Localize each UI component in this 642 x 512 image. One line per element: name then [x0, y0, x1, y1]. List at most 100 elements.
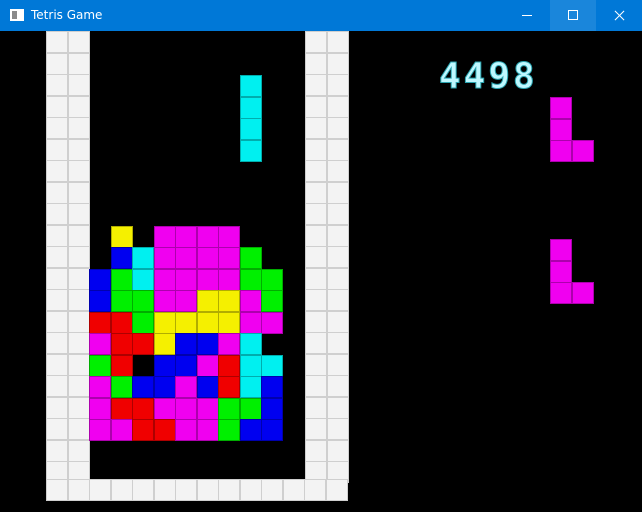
wall-cell: [67, 52, 90, 75]
block-cell: [175, 333, 197, 355]
block-cell: [110, 333, 133, 355]
block-cell: [239, 354, 262, 377]
block-cell: [218, 333, 240, 355]
floor-cell: [261, 479, 283, 501]
next-piece-cell: [571, 282, 594, 304]
block-cell: [89, 419, 111, 441]
minimize-button[interactable]: [504, 0, 550, 31]
game-area[interactable]: 4498: [1, 31, 641, 511]
next-piece-cell: [550, 239, 572, 261]
block-cell: [175, 354, 197, 377]
block-cell: [239, 333, 262, 355]
block-cell: [239, 118, 262, 140]
block-cell: [196, 268, 219, 291]
block-cell: [153, 333, 176, 355]
close-button[interactable]: [596, 0, 642, 31]
wall-cell: [326, 332, 349, 354]
block-cell: [175, 290, 197, 312]
block-cell: [110, 419, 133, 441]
wall-cell: [67, 353, 90, 376]
wall-cell: [67, 267, 90, 290]
window-title: Tetris Game: [31, 8, 103, 22]
block-cell: [132, 333, 154, 355]
wall-cell: [46, 310, 68, 333]
wall-cell: [326, 181, 349, 204]
next-piece-cell: [550, 282, 572, 304]
floor-cell: [218, 479, 240, 501]
wall-cell: [305, 117, 327, 139]
wall-cell: [67, 246, 90, 268]
wall-cell: [46, 267, 68, 290]
block-cell: [196, 397, 219, 420]
block-cell: [218, 419, 240, 441]
block-cell: [218, 376, 240, 398]
next-piece-cell: [550, 118, 572, 141]
wall-cell: [326, 353, 349, 376]
block-cell: [89, 311, 111, 334]
wall-cell: [305, 95, 327, 118]
wall-cell: [305, 138, 327, 161]
block-cell: [196, 247, 219, 269]
wall-cell: [46, 31, 68, 53]
block-cell: [132, 376, 154, 398]
wall-cell: [46, 289, 68, 311]
block-cell: [261, 397, 283, 420]
next-piece-cell: [550, 260, 572, 283]
wall-cell: [46, 439, 68, 462]
block-cell: [218, 290, 240, 312]
wall-cell: [46, 95, 68, 118]
block-cell: [218, 247, 240, 269]
block-cell: [261, 354, 283, 377]
wall-cell: [46, 353, 68, 376]
wall-cell: [305, 332, 327, 354]
wall-cell: [326, 396, 349, 419]
block-cell: [153, 290, 176, 312]
wall-cell: [305, 310, 327, 333]
wall-cell: [67, 224, 90, 247]
block-cell: [239, 419, 262, 441]
wall-cell: [326, 31, 349, 53]
floor-cell: [304, 479, 326, 501]
wall-cell: [46, 246, 68, 268]
block-cell: [196, 333, 219, 355]
block-cell: [153, 268, 176, 291]
wall-cell: [326, 52, 349, 75]
wall-cell: [326, 310, 349, 333]
block-cell: [153, 311, 176, 334]
block-cell: [132, 290, 154, 312]
score-display: 4498: [439, 56, 538, 98]
block-cell: [218, 225, 240, 248]
block-cell: [110, 225, 133, 248]
wall-cell: [326, 224, 349, 247]
wall-cell: [46, 160, 68, 182]
floor-cell: [132, 479, 154, 501]
block-cell: [153, 397, 176, 420]
wall-cell: [67, 138, 90, 161]
wall-cell: [305, 418, 327, 440]
next-piece-cell: [550, 97, 572, 119]
wall-cell: [326, 246, 349, 268]
wall-cell: [46, 138, 68, 161]
block-cell: [110, 376, 133, 398]
title-bar: Tetris Game: [0, 0, 642, 31]
wall-cell: [305, 74, 327, 96]
block-cell: [196, 290, 219, 312]
block-cell: [239, 139, 262, 162]
wall-cell: [67, 31, 90, 53]
block-cell: [110, 247, 133, 269]
block-cell: [89, 354, 111, 377]
wall-cell: [326, 74, 349, 96]
block-cell: [132, 268, 154, 291]
block-cell: [110, 354, 133, 377]
wall-cell: [326, 267, 349, 290]
wall-cell: [326, 418, 349, 440]
wall-cell: [67, 74, 90, 96]
wall-cell: [67, 375, 90, 397]
wall-cell: [67, 396, 90, 419]
block-cell: [89, 290, 111, 312]
block-cell: [175, 376, 197, 398]
maximize-button[interactable]: [550, 0, 596, 31]
next-piece-cell: [571, 140, 594, 162]
wall-cell: [326, 160, 349, 182]
block-cell: [218, 354, 240, 377]
